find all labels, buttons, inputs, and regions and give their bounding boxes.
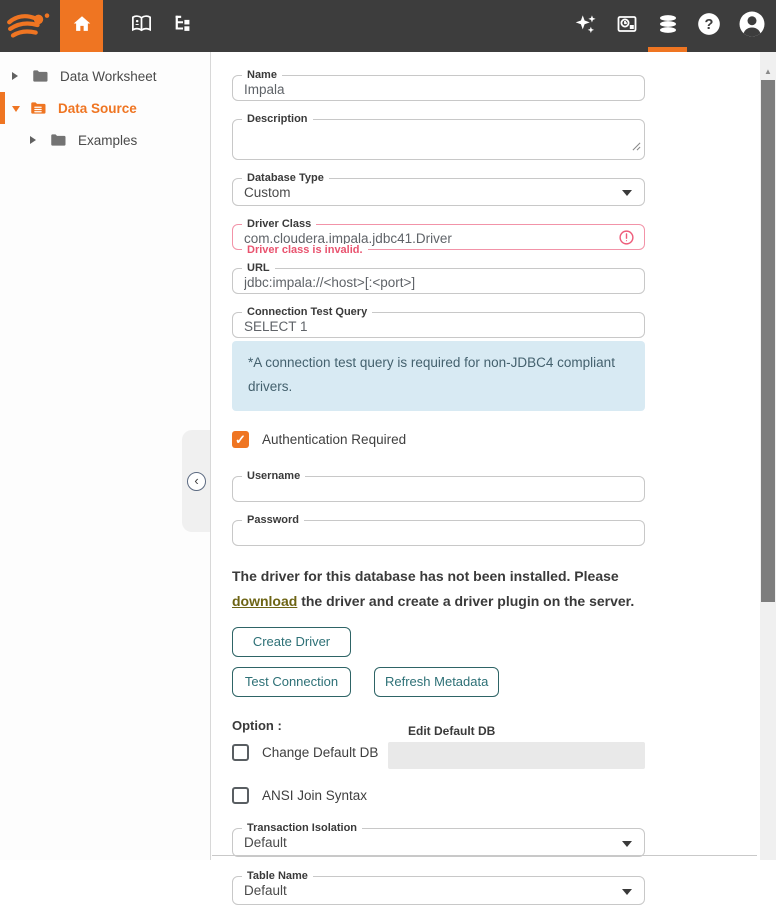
name-field-wrap: Name: [232, 75, 645, 101]
auth-required-checkbox[interactable]: [232, 431, 249, 448]
database-type-value: Custom: [244, 185, 291, 200]
datasource-tab-button[interactable]: [647, 0, 688, 52]
auth-required-checkbox-row[interactable]: Authentication Required: [232, 431, 645, 448]
datasource-folder-icon: [29, 99, 47, 117]
url-label: URL: [242, 262, 275, 275]
username-field-wrap: Username: [232, 476, 645, 502]
description-label: Description: [242, 113, 313, 126]
driver-class-field-wrap: Driver Class Driver class is invalid.: [232, 224, 645, 250]
database-type-select[interactable]: Database Type Custom: [232, 178, 645, 206]
account-icon: [737, 9, 767, 44]
change-default-db-label: Change Default DB: [262, 745, 378, 760]
sidebar-item-data-worksheet[interactable]: Data Worksheet: [0, 60, 210, 92]
account-button[interactable]: [729, 0, 774, 52]
scrollbar-thumb[interactable]: [761, 80, 775, 602]
dropdown-caret-icon: [622, 190, 632, 201]
snapshot-button[interactable]: [606, 0, 647, 52]
caret-right-icon[interactable]: [12, 72, 22, 80]
schema-tree-icon: [172, 13, 194, 40]
error-icon: [618, 229, 635, 251]
table-name-label: Table Name: [242, 870, 313, 883]
help-button[interactable]: ?: [688, 0, 729, 52]
topbar: ?: [0, 0, 776, 52]
test-query-field-wrap: Connection Test Query: [232, 312, 645, 338]
table-name-value: Default: [244, 883, 287, 898]
open-book-icon: [130, 12, 153, 40]
name-input[interactable]: [233, 76, 644, 100]
test-query-label: Connection Test Query: [242, 306, 372, 319]
transaction-isolation-value: Default: [244, 835, 287, 850]
sidebar-item-label: Data Worksheet: [60, 69, 157, 84]
resize-grip-icon[interactable]: [632, 138, 641, 156]
home-icon: [71, 13, 93, 40]
transaction-isolation-select[interactable]: Transaction Isolation Default: [232, 828, 645, 857]
transaction-isolation-label: Transaction Isolation: [242, 822, 362, 835]
ansi-join-checkbox-row[interactable]: ANSI Join Syntax: [232, 787, 645, 804]
scroll-up-arrow-icon[interactable]: ▲: [760, 52, 776, 76]
create-driver-button[interactable]: Create Driver: [232, 627, 351, 657]
help-icon: ?: [696, 11, 722, 42]
description-field-wrap: Description: [232, 119, 645, 160]
ansi-join-label: ANSI Join Syntax: [262, 788, 367, 803]
option-section: Option : Change Default DB Edit Default …: [232, 718, 645, 761]
home-button[interactable]: [60, 0, 103, 52]
datasource-form-panel: Name Description Database Type Custom Dr…: [211, 52, 760, 860]
caret-down-icon[interactable]: [12, 106, 20, 116]
edit-default-db-label: Edit Default DB: [408, 724, 645, 738]
folder-icon: [31, 67, 49, 85]
collapse-panel-button[interactable]: ‹: [187, 472, 206, 491]
table-name-select[interactable]: Table Name Default: [232, 876, 645, 905]
folder-icon: [49, 131, 67, 149]
username-label: Username: [242, 470, 305, 483]
panel-resize-handle[interactable]: ‹: [182, 430, 210, 532]
sidebar-item-label: Examples: [78, 133, 137, 148]
edit-default-db-input-disabled: [388, 742, 645, 769]
driver-not-installed-message: The driver for this database has not bee…: [232, 564, 645, 614]
ai-assistant-button[interactable]: [565, 0, 606, 52]
edit-default-db-group: Edit Default DB: [388, 724, 645, 769]
database-icon: [656, 12, 680, 41]
svg-text:?: ?: [704, 16, 713, 32]
url-field-wrap: URL: [232, 268, 645, 294]
driver-class-error: Driver class is invalid.: [242, 244, 368, 256]
test-connection-button[interactable]: Test Connection: [232, 667, 351, 697]
password-field-wrap: Password: [232, 520, 645, 546]
sidebar-item-label: Data Source: [58, 101, 137, 116]
ansi-join-checkbox[interactable]: [232, 787, 249, 804]
snapshot-clock-icon: [615, 12, 639, 41]
sidebar-item-examples[interactable]: Examples: [0, 124, 210, 156]
driver-class-label: Driver Class: [242, 218, 316, 231]
password-label: Password: [242, 514, 304, 527]
chevron-left-icon: ‹: [194, 474, 198, 487]
database-type-label: Database Type: [242, 172, 329, 185]
app-logo-icon: [0, 0, 60, 52]
next-field-divider: [212, 855, 757, 856]
sidebar-item-data-source[interactable]: Data Source: [0, 92, 210, 124]
library-button[interactable]: [125, 0, 157, 52]
dropdown-caret-icon: [622, 889, 632, 900]
name-label: Name: [242, 69, 282, 82]
vertical-scrollbar[interactable]: ▲: [760, 52, 776, 860]
schema-browser-button[interactable]: [167, 0, 199, 52]
sidebar: Data Worksheet Data Source Examples ‹: [0, 52, 211, 860]
download-link[interactable]: download: [232, 593, 297, 609]
url-input[interactable]: [233, 269, 644, 293]
dropdown-caret-icon: [622, 841, 632, 852]
auth-required-label: Authentication Required: [262, 432, 406, 447]
caret-right-icon[interactable]: [30, 136, 40, 144]
test-query-info-note: *A connection test query is required for…: [232, 341, 645, 411]
sparkle-icon: [573, 11, 599, 42]
refresh-metadata-button[interactable]: Refresh Metadata: [374, 667, 499, 697]
change-default-db-checkbox[interactable]: [232, 744, 249, 761]
